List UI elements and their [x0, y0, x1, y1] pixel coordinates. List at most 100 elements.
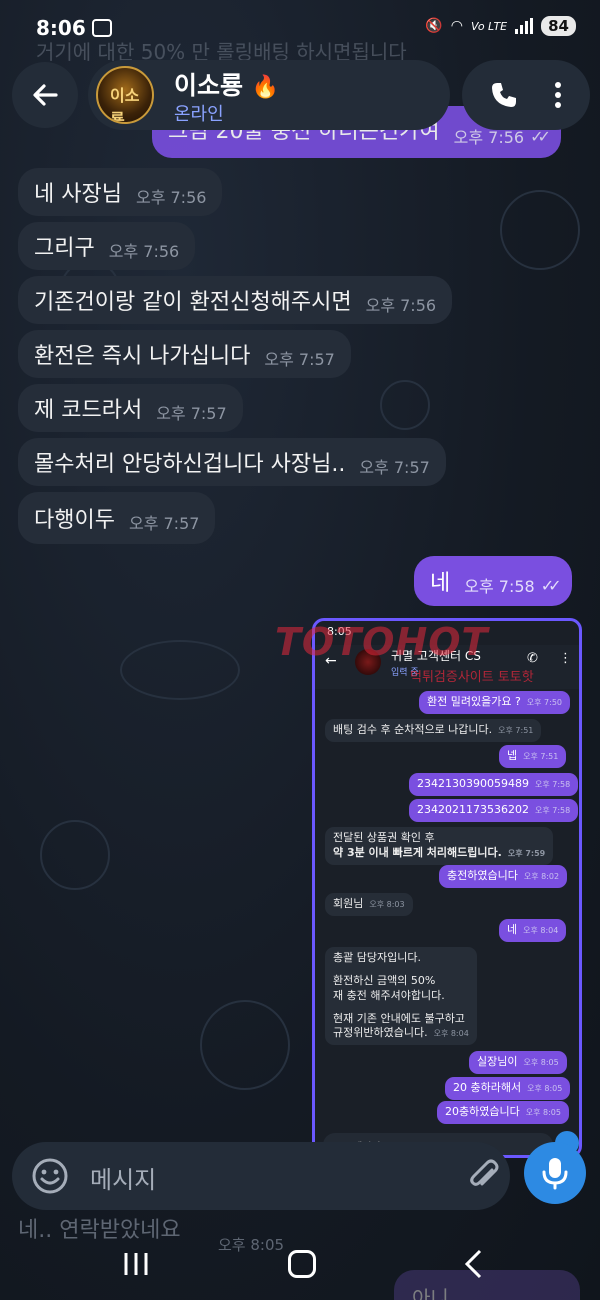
doodle-decoration [120, 640, 240, 700]
message-bubble-incoming[interactable]: 몰수처리 안당하신겁니다 사장님.. 오후 7:57 [18, 438, 446, 486]
doodle-decoration [200, 1000, 290, 1090]
screenshot-message-time: 오후 8:05 [523, 1058, 559, 1067]
screenshot-message-in: 총괄 담당자입니다. 환전하신 금액의 50% 재 충전 해주셔야합니다. 현재… [325, 947, 477, 1046]
message-bubble-incoming[interactable]: 그리구 오후 7:56 [18, 222, 196, 270]
status-time: 8:06 [36, 16, 86, 40]
message-bubble-incoming[interactable]: 제 코드라서 오후 7:57 [18, 384, 243, 432]
avatar-text: 이소룡 [110, 86, 140, 124]
message-bubble-incoming[interactable]: 환전은 즉시 나가십니다 오후 7:57 [18, 330, 351, 378]
screenshot-message-text: 배팅 검수 후 순차적으로 나갑니다. [333, 723, 493, 736]
battery-indicator: 84 [541, 16, 576, 36]
more-options-icon[interactable] [553, 80, 563, 110]
screenshot-message-in: 전달된 상품권 확인 후 약 3분 이내 빠르게 처리해드립니다. 오후 7:59 [325, 827, 554, 865]
screenshot-message-out: 20충하였습니다 오후 8:05 [437, 1101, 569, 1124]
screenshot-message-out: 2342021173536202 오후 7:58 [409, 799, 579, 822]
status-bar: 8:06 🔇 ◠ Vo LTE 84 [0, 0, 600, 52]
screenshot-message-text: 20충하였습니다 [445, 1105, 520, 1118]
back-arrow-icon [33, 84, 58, 106]
screenshot-message-text: 네 [507, 923, 518, 936]
message-input[interactable]: 메시지 [90, 1160, 156, 1195]
screenshot-message-time: 오후 7:50 [526, 698, 563, 707]
doodle-decoration [380, 380, 430, 430]
online-status: 온라인 [174, 104, 224, 125]
screenshot-message-text: 20 충하라해서 [453, 1081, 522, 1094]
message-bubble-incoming[interactable]: 다행이두 오후 7:57 [18, 492, 216, 544]
screenshot-message-in: 회원님 오후 8:03 [325, 893, 413, 916]
message-time: 오후 7:57 [264, 350, 335, 369]
screenshot-message-text: 회원님 [333, 897, 364, 910]
message-text: 환전은 즉시 나가십니다 [34, 344, 251, 369]
screenshot-message-time: 오후 8:05 [525, 1108, 561, 1117]
message-time: 오후 7:56 [365, 296, 437, 315]
message-input-bar[interactable]: 메시지 [12, 1142, 510, 1210]
screenshot-message-time: 오후 7:58 [534, 806, 571, 815]
doodle-decoration [40, 820, 110, 890]
signal-icon [515, 18, 534, 34]
back-button[interactable] [12, 62, 78, 128]
fire-emoji-icon: 🔥 [251, 75, 280, 100]
screenshot-message-out: 네 오후 8:04 [499, 919, 567, 942]
chat-name: 이소룡 🔥 [174, 66, 279, 102]
screenshot-more-icon: ⋮ [559, 651, 572, 666]
screenshot-message-text: 전달된 상품권 확인 후 [333, 831, 435, 844]
microphone-icon [542, 1158, 568, 1190]
chat-title-bar[interactable]: 이소룡 이소룡 🔥 온라인 [88, 60, 450, 130]
screenshot-message-out: 충전하였습니다 오후 8:02 [439, 865, 568, 888]
status-icons: 🔇 ◠ Vo LTE 84 [425, 16, 576, 36]
message-text: 다행이두 [34, 508, 115, 533]
home-button-icon[interactable] [288, 1250, 316, 1278]
voice-record-button[interactable] [524, 1142, 586, 1204]
screenshot-message-time: 오후 7:59 [507, 848, 546, 858]
recent-apps-icon[interactable] [122, 1250, 150, 1278]
watermark-subtitle: 먹튀검증사이트 토토핫 [410, 670, 534, 685]
watermark-logo: TOTOHOT [275, 620, 489, 664]
screenshot-message-out: 실장님이 오후 8:05 [469, 1051, 567, 1074]
message-time: 오후 7:57 [128, 514, 200, 533]
screenshot-message-time: 오후 8:03 [369, 900, 405, 909]
screenshot-message-text: 약 3분 이내 빠르게 처리해드립니다. [333, 845, 502, 859]
shared-screenshot-image[interactable]: 8:05 ← 귀멸 고객센터 CS 입력 중 ✆ ⋮ 환전 밀려있을가요 ? 오후… [312, 618, 582, 1158]
phone-call-icon[interactable] [489, 80, 519, 110]
screenshot-message-text: 충전하였습니다 [447, 869, 518, 882]
avatar[interactable]: 이소룡 [96, 66, 154, 124]
screenshot-message-text: 규정위반하였습니다. [333, 1026, 428, 1040]
message-bubble-outgoing[interactable]: 네 오후 7:58 ✓✓ [414, 556, 572, 606]
screenshot-message-time: 오후 7:51 [498, 726, 534, 735]
screenshot-message-out: 환전 밀려있을가요 ? 오후 7:50 [419, 691, 571, 714]
screenshot-message-text: 2342021173536202 [417, 803, 529, 816]
message-bubble-incoming[interactable]: 기존건이랑 같이 환전신청해주시면 오후 7:56 [18, 276, 453, 324]
message-time: 오후 7:58 [464, 577, 535, 596]
screenshot-message-time: 오후 8:05 [527, 1084, 563, 1093]
message-text: 기존건이랑 같이 환전신청해주시면 [34, 290, 352, 315]
screenshot-message-in: 배팅 검수 후 순차적으로 나갑니다. 오후 7:51 [325, 719, 542, 742]
system-nav-bar [0, 1238, 600, 1300]
emoji-icon[interactable] [30, 1156, 70, 1196]
screenshot-phone-icon: ✆ [527, 651, 538, 666]
screenshot-message-time: 오후 7:51 [523, 752, 559, 761]
nav-back-icon[interactable] [462, 1248, 484, 1280]
message-text: 몰수처리 안당하신겁니다 사장님.. [34, 452, 346, 477]
screen-record-icon [92, 19, 112, 37]
screenshot-message-text: 재 충전 해주셔야합니다. [333, 988, 445, 1002]
header-actions [462, 60, 590, 130]
message-text: 네 사장님 [34, 182, 122, 207]
message-text: 네 [430, 571, 451, 596]
chat-name-text: 이소룡 [174, 71, 244, 100]
mute-icon: 🔇 [425, 18, 443, 34]
read-checks-icon: ✓✓ [540, 575, 562, 595]
message-text: 제 코드라서 [34, 398, 143, 423]
network-label: Vo LTE [470, 19, 508, 33]
message-time: 오후 7:57 [359, 458, 430, 477]
message-time: 오후 7:57 [156, 404, 227, 423]
screenshot-message-time: 오후 7:58 [534, 780, 571, 789]
screenshot-message-text: 2342130390059489 [417, 777, 529, 790]
doodle-decoration [500, 190, 580, 270]
message-time: 오후 7:56 [135, 188, 207, 207]
screenshot-message-text: 환전하신 금액의 50% [333, 973, 436, 987]
message-text: 그리구 [34, 236, 95, 261]
screenshot-message-text: 총괄 담당자입니다. [333, 951, 421, 964]
screenshot-message-time: 오후 8:04 [523, 926, 559, 935]
screenshot-message-text: 환전 밀려있을가요 ? [427, 695, 521, 708]
message-bubble-incoming[interactable]: 네 사장님 오후 7:56 [18, 168, 223, 216]
attach-paperclip-icon[interactable] [464, 1156, 504, 1196]
